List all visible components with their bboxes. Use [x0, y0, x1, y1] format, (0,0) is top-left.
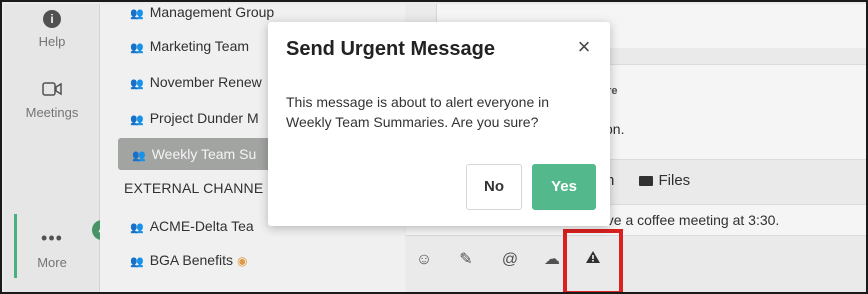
yes-button[interactable]: Yes — [532, 164, 596, 210]
highlight-box — [563, 229, 623, 292]
help-label: Help — [38, 34, 66, 49]
group-icon: 👥 — [130, 8, 144, 20]
channel-label: ACME-Delta Tea — [149, 218, 254, 234]
notice-icon: ◉ — [236, 254, 248, 268]
pencil-icon[interactable]: ✎ — [454, 248, 478, 272]
channel-label: November Renew — [149, 74, 262, 90]
group-icon: 👥 — [132, 150, 146, 162]
channel-label: Weekly Team Su — [151, 146, 257, 162]
no-button[interactable]: No — [466, 164, 522, 210]
left-rail: i Help Meetings ••• More 4 — [4, 4, 112, 292]
channel-label: Marketing Team — [149, 38, 250, 54]
conversation-tabs: h Files — [606, 172, 690, 189]
folder-icon — [638, 176, 653, 187]
dialog-body: This message is about to alert everyone … — [286, 94, 550, 130]
group-icon: 👥 — [130, 78, 144, 90]
at-mention-icon[interactable]: @ — [498, 248, 522, 272]
external-channels-heading: EXTERNAL CHANNE — [124, 180, 264, 196]
meetings-label: Meetings — [25, 105, 79, 120]
composer-toolbar: ☺ ✎ @ ☁ — [406, 240, 866, 280]
channel-label: Management Group — [149, 4, 275, 20]
emoji-icon[interactable]: ☺ — [412, 248, 436, 272]
files-tab-label: Files — [658, 172, 691, 189]
urgent-message-dialog: Send Urgent Message × This message is ab… — [268, 22, 610, 226]
channel-label: BGA Benefits — [149, 252, 233, 268]
meetings-nav-item[interactable]: Meetings — [4, 82, 100, 120]
close-icon[interactable]: × — [572, 36, 596, 60]
ellipsis-icon: ••• — [41, 228, 63, 248]
channel-label: Project Dunder M — [149, 110, 259, 126]
more-label: More — [37, 255, 67, 270]
external-group-icon: 👥 — [130, 222, 144, 234]
video-camera-icon — [4, 82, 100, 99]
channel-item[interactable]: 👥 BGA Benefits ◉ — [100, 244, 405, 276]
group-icon: 👥 — [130, 114, 144, 126]
more-nav-item[interactable]: ••• More — [4, 228, 100, 270]
external-group-icon: 👥 — [130, 256, 144, 268]
app-window: i Help Meetings ••• More 4 👥 Management G… — [0, 0, 868, 294]
message-text: ave a coffee meeting at 3:30. — [599, 212, 780, 228]
info-circle-icon: i — [43, 10, 61, 28]
help-nav-item[interactable]: i Help — [4, 10, 100, 49]
group-icon: 👥 — [130, 42, 144, 54]
cloud-upload-icon[interactable]: ☁ — [540, 248, 564, 272]
dialog-title: Send Urgent Message — [286, 38, 495, 60]
tab-files[interactable]: Files — [638, 172, 691, 189]
